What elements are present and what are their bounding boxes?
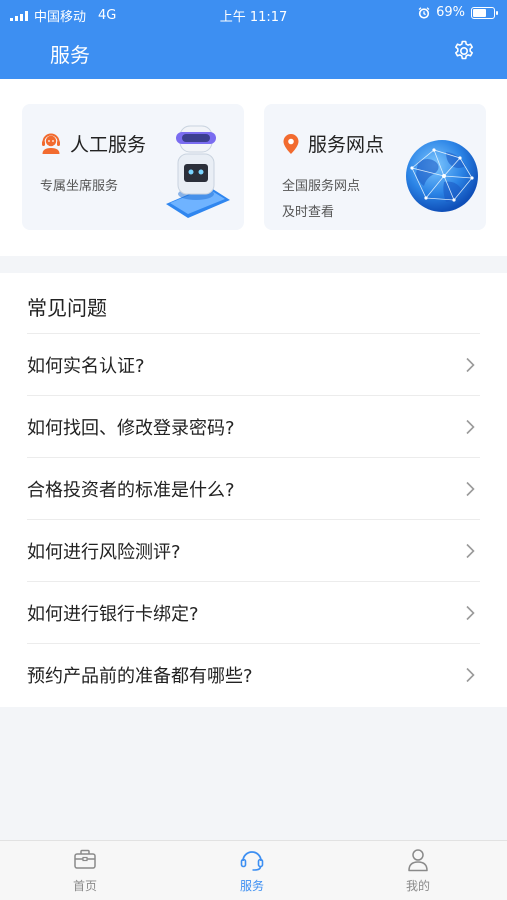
faq-item[interactable]: 如何找回、修改登录密码? xyxy=(27,395,480,457)
alarm-icon xyxy=(418,6,430,19)
faq-question: 如何进行风险测评? xyxy=(27,541,181,563)
customer-service-icon xyxy=(42,133,60,154)
card-title-row: 服务网点 xyxy=(282,130,384,157)
headset-icon xyxy=(240,851,264,871)
faq-item[interactable]: 如何实名认证? xyxy=(27,333,480,395)
service-outlet-card[interactable]: 服务网点 全国服务网点 及时查看 xyxy=(264,104,486,230)
faq-question: 如何找回、修改登录密码? xyxy=(27,417,235,439)
manual-service-card[interactable]: 人工服务 专属坐席服务 xyxy=(22,104,244,230)
chevron-right-icon xyxy=(466,419,475,435)
chevron-right-icon xyxy=(466,605,475,621)
chevron-right-icon xyxy=(466,667,475,683)
faq-item[interactable]: 预约产品前的准备都有哪些? xyxy=(27,643,480,705)
faq-list: 如何实名认证? 如何找回、修改登录密码? 合格投资者的标准是什么? 如何进行风险… xyxy=(27,333,480,705)
bottom-nav: 首页 服务 我的 xyxy=(0,840,507,900)
nav-icon-wrap xyxy=(378,848,458,872)
app-header: 中国移动 4G 上午 11:17 69% 服务 xyxy=(0,0,507,79)
status-bar: 中国移动 4G 上午 11:17 69% xyxy=(0,0,507,28)
chevron-right-icon xyxy=(466,543,475,559)
gear-icon xyxy=(455,40,473,60)
nav-label: 我的 xyxy=(405,879,430,893)
settings-button[interactable] xyxy=(451,38,477,64)
briefcase-icon xyxy=(74,849,96,869)
service-cards-section: 人工服务 专属坐席服务 服务网点 全国服务网点 及时查看 xyxy=(0,79,507,256)
faq-question: 如何进行银行卡绑定? xyxy=(27,603,199,625)
nav-label: 服务 xyxy=(239,879,264,893)
nav-item-mine[interactable]: 我的 xyxy=(378,848,458,894)
card-subtitle-line: 专属坐席服务 xyxy=(40,179,119,194)
card-subtitle-line: 及时查看 xyxy=(282,205,335,220)
nav-icon-wrap xyxy=(212,848,292,872)
card-title-row: 人工服务 xyxy=(40,130,146,157)
faq-section: 常见问题 如何实名认证? 如何找回、修改登录密码? 合格投资者的标准是什么? 如… xyxy=(0,273,507,707)
battery-fill xyxy=(473,8,486,17)
nav-item-home[interactable]: 首页 xyxy=(45,848,125,894)
location-pin-icon xyxy=(283,133,299,154)
user-icon xyxy=(408,849,428,872)
faq-question: 合格投资者的标准是什么? xyxy=(27,479,235,501)
nav-item-service[interactable]: 服务 xyxy=(212,848,292,894)
battery-icon xyxy=(471,6,498,19)
faq-question: 如何实名认证? xyxy=(27,355,145,377)
robot-phone-illustration xyxy=(166,125,230,218)
card-subtitle: 全国服务网点 及时查看 xyxy=(282,174,360,226)
card-title: 服务网点 xyxy=(308,134,385,156)
chevron-right-icon xyxy=(466,357,475,373)
nav-icon-wrap xyxy=(45,848,125,872)
card-subtitle: 专属坐席服务 xyxy=(40,174,118,200)
card-title: 人工服务 xyxy=(70,134,147,156)
faq-question: 预约产品前的准备都有哪些? xyxy=(27,665,253,687)
faq-item[interactable]: 如何进行银行卡绑定? xyxy=(27,581,480,643)
card-subtitle-line: 全国服务网点 xyxy=(282,179,361,194)
nav-label: 首页 xyxy=(72,879,97,893)
chevron-right-icon xyxy=(466,481,475,497)
faq-title: 常见问题 xyxy=(27,296,107,320)
page-title: 服务 xyxy=(50,43,90,67)
status-right: 69% xyxy=(418,5,498,20)
faq-item[interactable]: 如何进行风险测评? xyxy=(27,519,480,581)
faq-item[interactable]: 合格投资者的标准是什么? xyxy=(27,457,480,519)
globe-illustration xyxy=(406,140,478,212)
battery-percent: 69% xyxy=(436,5,465,20)
